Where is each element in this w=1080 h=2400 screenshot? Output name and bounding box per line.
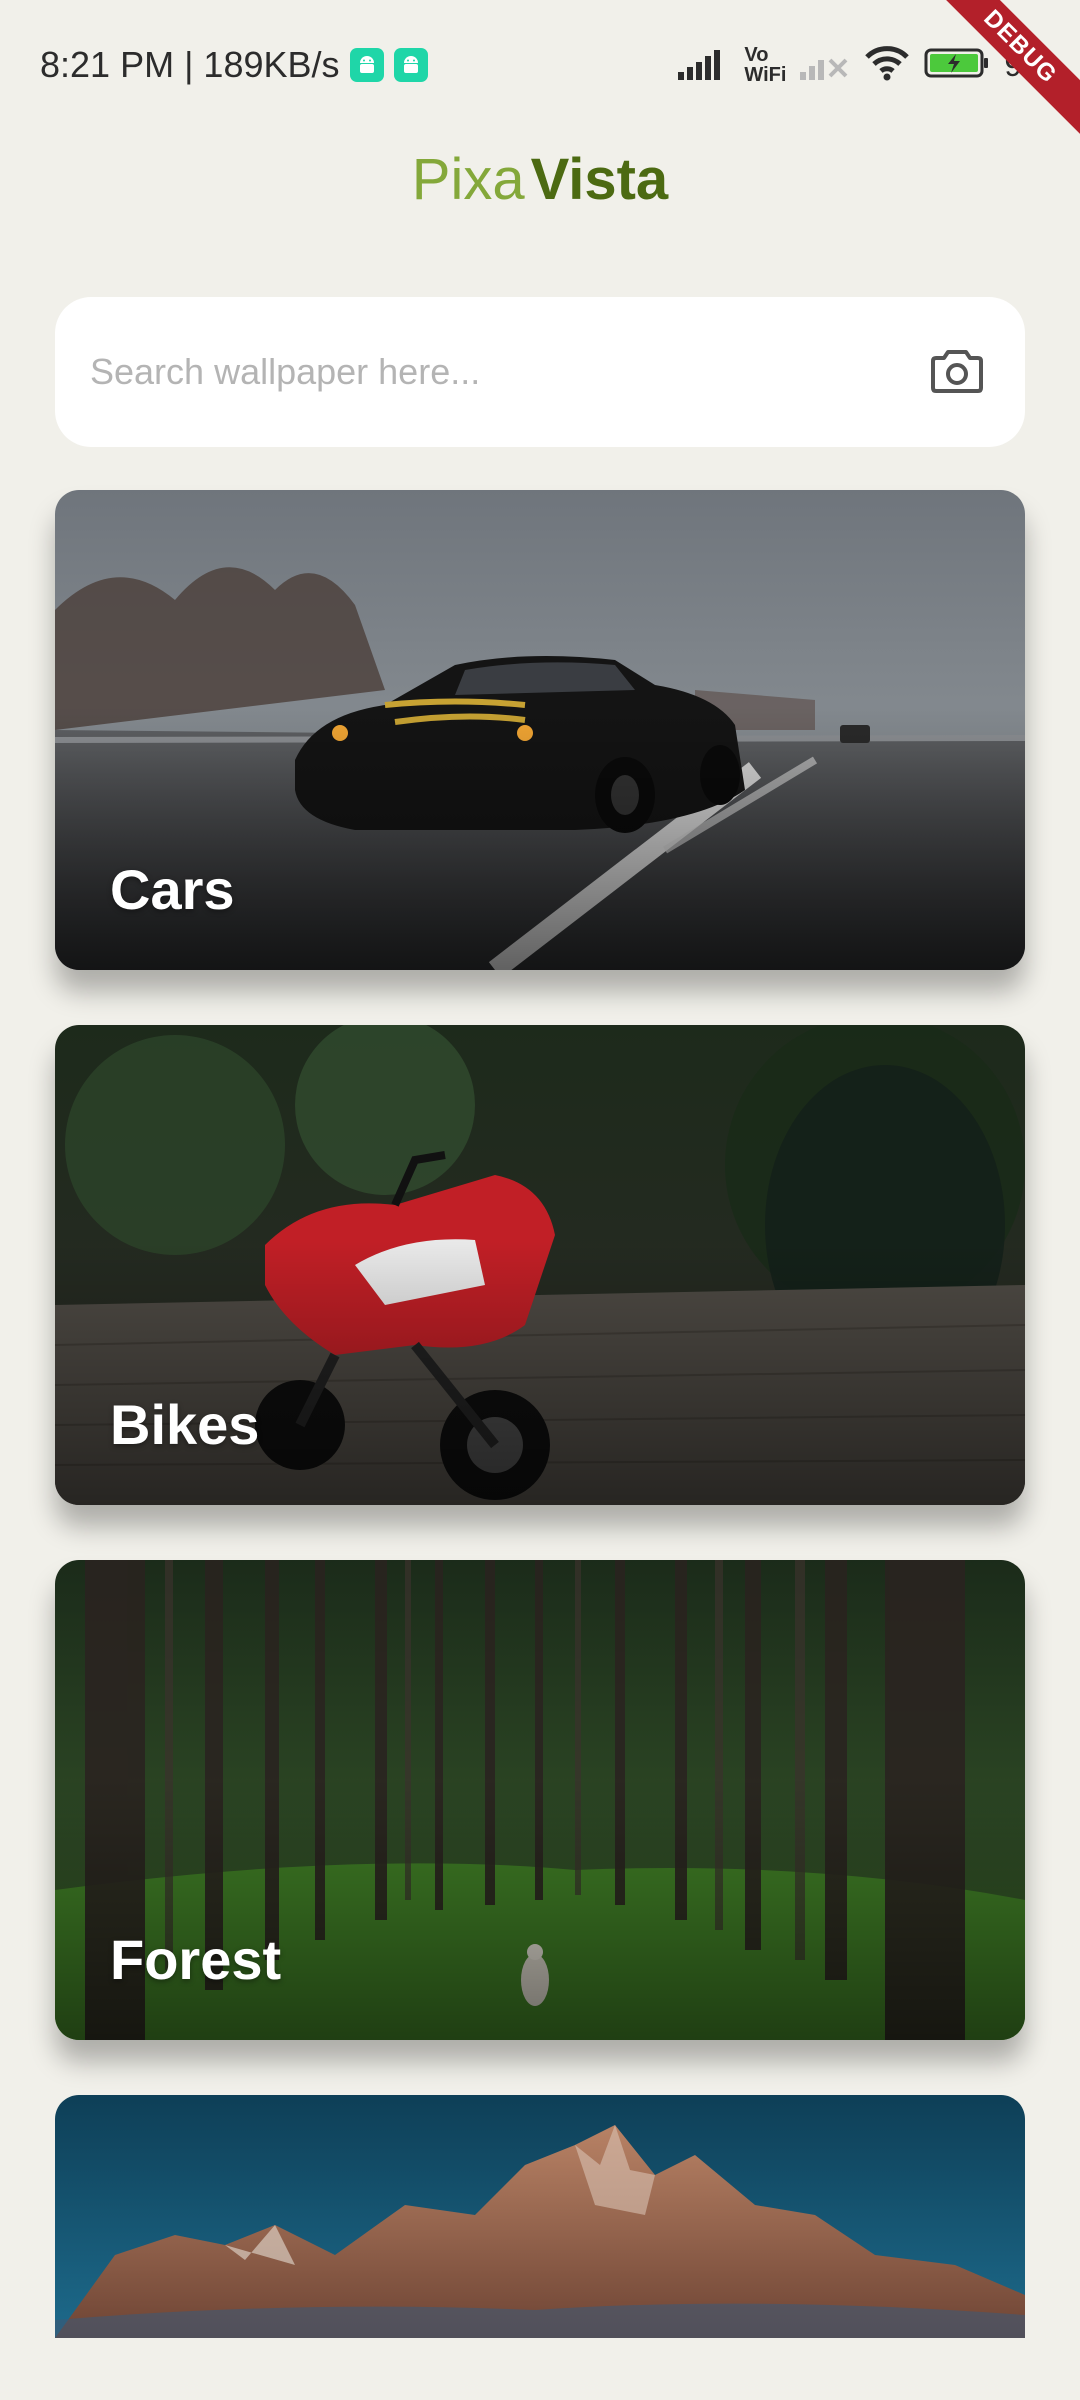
category-card-mountains[interactable]	[55, 2095, 1025, 2338]
category-card-cars[interactable]: Cars	[55, 490, 1025, 970]
category-label: Cars	[110, 858, 235, 921]
camera-button[interactable]	[927, 342, 987, 402]
search-bar	[55, 297, 1025, 447]
app-title: Pixa Vista	[0, 140, 1080, 220]
signal-empty-icon	[800, 46, 850, 85]
wifi-icon	[864, 45, 910, 86]
app-title-part2: Vista	[530, 147, 669, 212]
category-label: Bikes	[110, 1393, 260, 1456]
app-title-part1: Pixa	[411, 147, 525, 212]
vowifi-top: Vo	[744, 44, 769, 66]
status-bar: 8:21 PM | 189KB/s Vo WiFi	[0, 0, 1080, 130]
android-icon	[349, 48, 384, 82]
signal-icon	[678, 46, 730, 85]
camera-icon	[930, 346, 984, 398]
category-card-bikes[interactable]: Bikes	[55, 1025, 1025, 1505]
mountains-image	[55, 2095, 1025, 2338]
category-card-forest[interactable]: Forest	[55, 1560, 1025, 2040]
vowifi-bottom: WiFi	[744, 64, 787, 86]
android-icon	[393, 48, 428, 82]
category-label: Forest	[110, 1928, 282, 1991]
status-right: Vo WiFi 95	[678, 40, 1040, 90]
battery-icon	[924, 46, 990, 85]
time-and-speed: 8:21 PM | 189KB/s	[40, 44, 340, 85]
app-screen: 8:21 PM | 189KB/s Vo WiFi DEBUG Pixa Vis…	[0, 0, 1080, 2400]
search-input[interactable]	[88, 350, 927, 394]
status-left: 8:21 PM | 189KB/s	[40, 40, 428, 90]
vowifi-indicator: Vo WiFi	[744, 45, 786, 85]
